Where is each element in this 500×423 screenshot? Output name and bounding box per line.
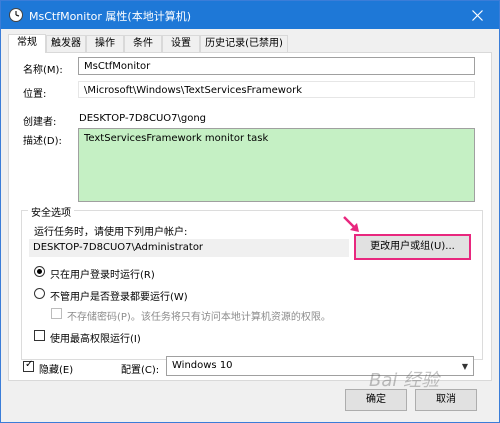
title-bar[interactable]: MsCtfMonitor 属性(本地计算机): [1, 1, 499, 29]
hidden-checkbox[interactable]: [23, 359, 34, 372]
no-store-password-checkbox[interactable]: [51, 308, 62, 319]
tab-conditions[interactable]: 条件: [124, 35, 162, 53]
task-scheduler-icon: [9, 8, 23, 22]
location-value: \Microsoft\Windows\TextServicesFramework: [78, 81, 475, 98]
name-field[interactable]: MsCtfMonitor: [78, 57, 475, 75]
run-as-prompt: 运行任务时，请使用下列用户帐户:: [34, 227, 188, 238]
hidden-label[interactable]: 隐藏(E): [39, 361, 73, 376]
configure-select-value: Windows 10: [172, 360, 233, 371]
annotation-arrow-icon: [343, 216, 359, 232]
location-label: 位置:: [23, 89, 47, 100]
no-store-password-label: 不存储密码(P)。该任务将只有访问本地计算机资源的权限。: [67, 312, 331, 323]
security-options-title: 安全选项: [28, 204, 74, 219]
highest-privileges-label[interactable]: 使用最高权限运行(I): [50, 330, 141, 345]
radio-run-whether-logged-on-label[interactable]: 不管用户是否登录都要运行(W): [50, 288, 188, 303]
radio-run-whether-logged-on[interactable]: [34, 288, 45, 299]
tab-general[interactable]: 常规: [8, 34, 46, 53]
ok-button[interactable]: 确定: [345, 389, 407, 411]
name-label: 名称(M):: [23, 65, 63, 76]
description-field[interactable]: TextServicesFramework monitor task: [78, 128, 475, 202]
author-value: DESKTOP-7D8CUO7\gong: [79, 113, 207, 124]
chevron-down-icon: ▼: [461, 362, 468, 371]
radio-run-logged-on[interactable]: [34, 266, 45, 277]
configure-label: 配置(C):: [121, 365, 160, 376]
properties-dialog: MsCtfMonitor 属性(本地计算机) 常规 触发器 操作 条件 设置 历…: [0, 0, 500, 423]
close-icon: [471, 9, 483, 21]
baidu-watermark: Bai 经验: [369, 370, 440, 391]
user-account-value: DESKTOP-7D8CUO7\Administrator: [29, 239, 349, 257]
author-label: 创建者:: [23, 117, 57, 128]
description-label: 描述(D):: [23, 136, 62, 147]
tab-triggers[interactable]: 触发器: [46, 35, 86, 53]
close-button[interactable]: [455, 1, 499, 29]
cancel-button[interactable]: 取消: [415, 389, 477, 411]
tab-settings[interactable]: 设置: [162, 35, 200, 53]
tab-history[interactable]: 历史记录(已禁用): [200, 35, 288, 53]
window-title: MsCtfMonitor 属性(本地计算机): [29, 10, 191, 23]
radio-run-logged-on-label[interactable]: 只在用户登录时运行(R): [50, 266, 155, 281]
change-user-button[interactable]: 更改用户或组(U)...: [354, 234, 471, 260]
tab-actions[interactable]: 操作: [86, 35, 124, 53]
highest-privileges-checkbox[interactable]: [34, 330, 45, 341]
